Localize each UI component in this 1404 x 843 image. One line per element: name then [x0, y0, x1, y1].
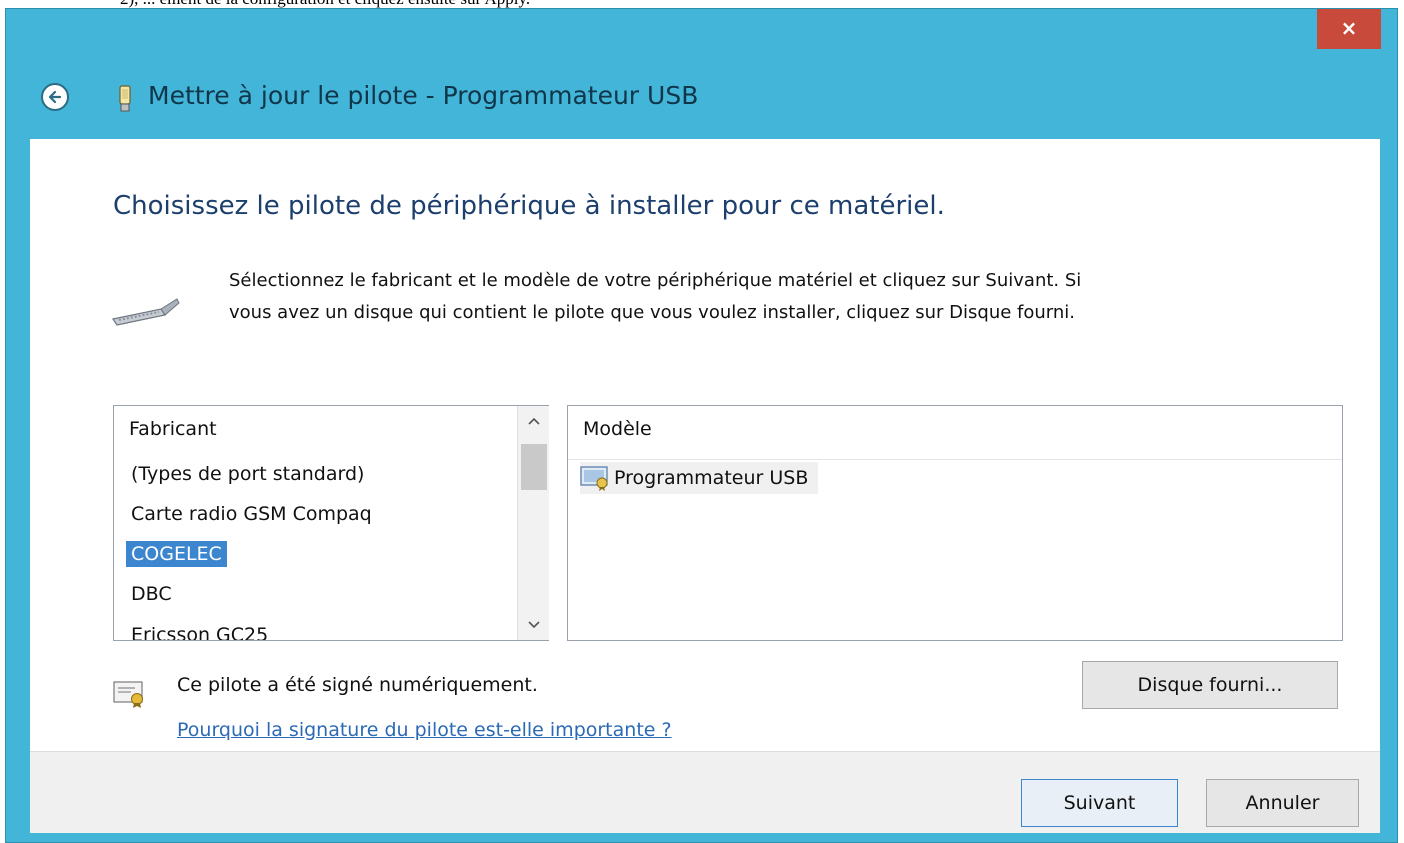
model-list-header: Modèle: [583, 418, 652, 440]
signature-status: Ce pilote a été signé numériquement.: [177, 674, 538, 696]
page-heading: Choisissez le pilote de périphérique à i…: [113, 191, 945, 221]
chevron-up-icon[interactable]: [518, 406, 550, 436]
background-document-text: 2), ... ement de la configuration et cli…: [120, 0, 530, 8]
next-button[interactable]: Suivant: [1021, 779, 1178, 827]
signature-info-link[interactable]: Pourquoi la signature du pilote est-elle…: [177, 719, 672, 741]
model-list-header-bar: [568, 406, 1342, 460]
background-document-strip: 2), ... ement de la configuration et cli…: [0, 0, 1404, 8]
model-list[interactable]: Modèle Programmateur USB: [567, 405, 1343, 641]
cancel-button[interactable]: Annuler: [1206, 779, 1359, 827]
manufacturer-list[interactable]: Fabricant (Types de port standard) Carte…: [113, 405, 549, 641]
close-button[interactable]: ×: [1317, 9, 1381, 49]
manufacturer-list-header: Fabricant: [129, 418, 217, 440]
model-list-item[interactable]: Programmateur USB: [580, 462, 819, 494]
back-button[interactable]: [41, 83, 69, 111]
list-item[interactable]: (Types de port standard): [126, 461, 369, 487]
signed-driver-icon: [580, 466, 608, 491]
list-item[interactable]: Carte radio GSM Compaq: [126, 501, 377, 527]
instructions-line-2: vous avez un disque qui contient le pilo…: [229, 302, 1075, 323]
model-item-label: Programmateur USB: [614, 467, 809, 489]
usb-device-icon: [119, 85, 131, 112]
have-disk-button[interactable]: Disque fourni...: [1082, 661, 1338, 709]
certificate-icon: [113, 681, 143, 708]
instructions-line-1: Sélectionnez le fabricant et le modèle d…: [229, 270, 1082, 291]
instructions: Sélectionnez le fabricant et le modèle d…: [229, 265, 1081, 329]
wizard-content: Choisissez le pilote de périphérique à i…: [30, 139, 1380, 751]
list-item[interactable]: Ericsson GC25: [126, 622, 273, 640]
manufacturer-scrollbar[interactable]: [517, 406, 549, 640]
update-driver-window: × Mettre à jour le pilote - Programmateu…: [5, 8, 1398, 843]
scrollbar-thumb[interactable]: [521, 444, 547, 490]
serial-connector-icon: [112, 298, 180, 326]
list-item[interactable]: DBC: [126, 581, 177, 607]
back-arrow-icon: [48, 90, 62, 104]
window-title: Mettre à jour le pilote - Programmateur …: [148, 81, 699, 110]
list-item-selected[interactable]: COGELEC: [126, 541, 227, 567]
chevron-down-icon[interactable]: [518, 610, 550, 640]
